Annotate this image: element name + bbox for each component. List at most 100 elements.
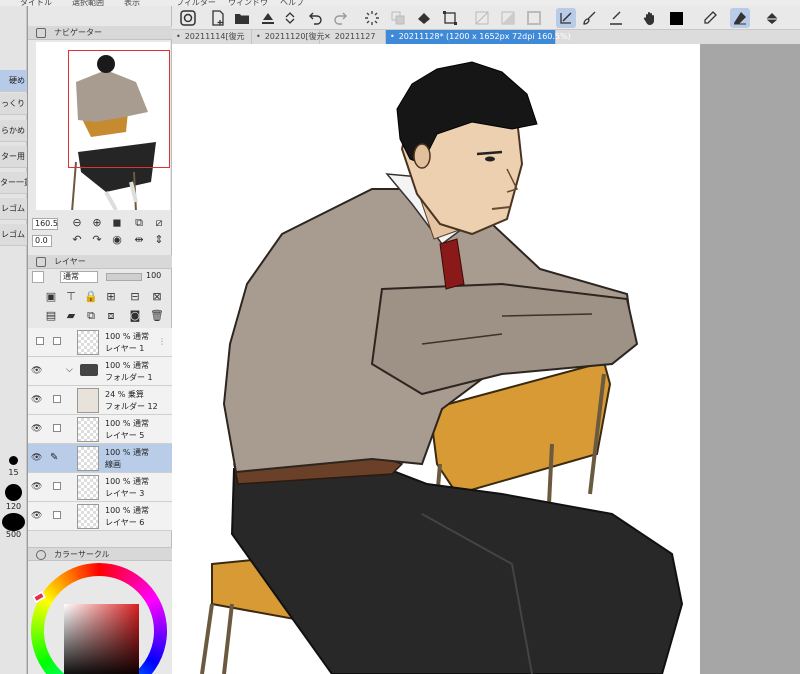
layer-name: 線画 [105, 460, 121, 469]
transform-icon[interactable] [440, 8, 460, 28]
zoom-in-icon[interactable]: ⊕ [90, 216, 104, 230]
trash-icon[interactable]: 🗑 [150, 309, 164, 323]
layer-row[interactable]: 👁 100 % 通常 レイヤー 3 [28, 473, 172, 502]
save-icon[interactable] [258, 8, 278, 28]
lock-toggle[interactable] [53, 395, 61, 403]
zoom-out-icon[interactable]: ⊖ [70, 216, 84, 230]
open-icon[interactable] [232, 8, 252, 28]
blend-mode-select[interactable]: 通常 [60, 271, 98, 283]
preset-label: らかめ [1, 126, 25, 135]
redo-icon[interactable] [330, 8, 350, 28]
rotate-right-icon[interactable]: ↷ [90, 233, 104, 247]
eye-icon[interactable]: 👁 [31, 395, 42, 405]
invert-icon[interactable] [498, 8, 518, 28]
brush-size-dot[interactable] [2, 513, 25, 531]
chevron-down-icon[interactable]: ⌵ [66, 365, 73, 375]
layer-row[interactable]: 👁 24 % 乗算 フォルダー 12 [28, 386, 172, 415]
lock-toggle[interactable] [53, 482, 61, 490]
saturation-value-square[interactable] [64, 604, 139, 674]
layer-name: レイヤー 3 [105, 489, 145, 498]
fit-window-icon[interactable]: ⧉ [132, 216, 146, 230]
preset-item[interactable]: ター用 [0, 146, 27, 168]
fill-icon[interactable] [414, 8, 434, 28]
mask-2-icon[interactable]: ⊠ [150, 290, 164, 304]
lock-toggle[interactable] [53, 511, 61, 519]
tab-20211114[interactable]: • 20211114[復元 [172, 30, 252, 44]
full-icon[interactable]: ⧄ [152, 216, 166, 230]
tab-20211127[interactable]: ✕ 20211127 [320, 30, 386, 44]
loading-icon[interactable] [362, 8, 382, 28]
layer-row-folder[interactable]: 👁 ⌵ 100 % 通常 フォルダー 1 [28, 357, 172, 386]
brush-size-dot[interactable] [9, 456, 18, 465]
eye-icon[interactable]: 👁 [31, 424, 42, 434]
new-file-icon[interactable] [208, 8, 228, 28]
lock-icon[interactable]: 🔒 [84, 290, 98, 304]
preset-item[interactable]: っくり [0, 93, 27, 115]
canvas-paper[interactable] [172, 44, 700, 674]
layer-row-selected[interactable]: 👁 ✎ 100 % 通常 線画 [28, 444, 172, 473]
eye-icon[interactable]: 👁 [31, 511, 42, 521]
close-icon[interactable]: ✕ [324, 32, 331, 41]
hue-marker[interactable] [31, 590, 47, 604]
hand-icon[interactable] [640, 8, 660, 28]
eye-icon[interactable]: 👁 [31, 482, 42, 492]
lock-toggle[interactable] [53, 424, 61, 432]
layer-row[interactable]: 👁 100 % 通常 レイヤー 6 [28, 502, 172, 531]
preset-item[interactable]: レゴム [0, 224, 27, 246]
canvas-area[interactable] [172, 44, 800, 674]
copy-icon[interactable] [388, 8, 408, 28]
preset-label: ター一貫通 [0, 178, 27, 187]
brush-icon[interactable] [580, 8, 600, 28]
preset-item[interactable]: 硬め [0, 70, 27, 92]
navigator-preview[interactable] [36, 42, 170, 213]
drag-handle-icon[interactable]: ⋮ [158, 337, 166, 346]
flip-vertical-icon[interactable]: ⇕ [152, 233, 166, 247]
undo-icon[interactable] [306, 8, 326, 28]
layer-row[interactable]: 100 % 通常 レイヤー 1 ⋮ [28, 328, 172, 357]
new-layer-icon[interactable]: ▤ [44, 309, 58, 323]
merge-icon[interactable]: ⧈ [104, 309, 118, 323]
stepper-icon[interactable] [280, 8, 300, 28]
new-folder-icon[interactable]: ▰ [64, 309, 78, 323]
reset-rotation-icon[interactable]: ◉ [110, 233, 124, 247]
clip-icon[interactable]: ⊤ [64, 290, 78, 304]
brush-presets-column: 硬め っくり らかめ ター用 ター一貫通 レゴム レゴム 15 120 500 [0, 6, 27, 674]
brush-size-dot[interactable] [5, 484, 22, 501]
layer-header[interactable]: レイヤー [28, 255, 172, 269]
tab-20211120[interactable]: • 20211120[復元 [252, 30, 325, 44]
clear-icon[interactable] [472, 8, 492, 28]
eye-icon[interactable]: 👁 [31, 453, 42, 463]
bucket-icon[interactable] [762, 8, 782, 28]
opacity-value[interactable]: 100 [146, 271, 161, 280]
frame-icon[interactable] [524, 8, 544, 28]
visibility-toggle[interactable] [36, 337, 44, 345]
lock-toggle[interactable] [53, 337, 61, 345]
preset-item[interactable]: らかめ [0, 120, 27, 142]
layer-info: 24 % 乗算 [105, 390, 144, 399]
mask-add-icon[interactable]: ◙ [128, 309, 142, 323]
eraser-icon[interactable] [730, 8, 750, 28]
navigator-header[interactable]: ナビゲーター [28, 26, 172, 40]
fit-icon[interactable]: ◼ [110, 216, 124, 230]
preset-item[interactable]: レゴム [0, 198, 27, 220]
color-swatch-icon[interactable] [666, 8, 686, 28]
app-icon[interactable] [178, 8, 198, 28]
layer-row[interactable]: 👁 100 % 通常 レイヤー 5 [28, 415, 172, 444]
tab-20211128[interactable]: • 20211128* (1200 x 1652px 72dpi 160.5%) [386, 30, 571, 44]
preset-item[interactable]: ター一貫通 [0, 172, 27, 194]
ref-layer-icon[interactable]: ▣ [44, 290, 58, 304]
opacity-slider[interactable] [106, 273, 142, 281]
select-pen-icon[interactable] [556, 8, 576, 28]
flip-horizontal-icon[interactable]: ⇹ [132, 233, 146, 247]
color-chip[interactable] [32, 271, 44, 283]
mask-icon[interactable]: ⊟ [128, 290, 142, 304]
grid-icon[interactable]: ⊞ [104, 290, 118, 304]
color-circle-header[interactable]: カラーサークル [28, 547, 172, 561]
ruler-pen-icon[interactable] [606, 8, 626, 28]
hue-wheel[interactable] [31, 563, 167, 674]
eye-icon[interactable]: 👁 [31, 366, 42, 376]
layer-info: 100 % 通常 [105, 506, 149, 515]
pen-icon[interactable] [700, 8, 720, 28]
copy-layer-icon[interactable]: ⧉ [84, 309, 98, 323]
rotate-left-icon[interactable]: ↶ [70, 233, 84, 247]
